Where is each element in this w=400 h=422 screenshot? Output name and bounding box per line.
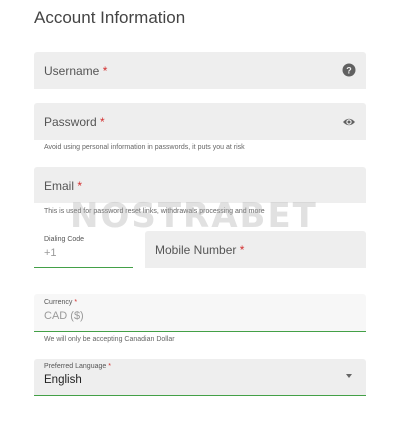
language-label-text: Preferred Language <box>44 363 107 370</box>
email-label: Email * <box>44 179 82 193</box>
password-hint: Avoid using personal information in pass… <box>44 144 245 151</box>
username-label-text: Username <box>44 64 100 78</box>
currency-label-text: Currency <box>44 299 73 306</box>
dialing-code-value: +1 <box>44 247 57 259</box>
password-field[interactable]: Password * <box>34 103 366 140</box>
help-circle-icon[interactable]: ? <box>342 63 356 77</box>
username-field[interactable]: Username * ? <box>34 52 366 89</box>
email-label-text: Email <box>44 179 75 193</box>
required-mark: * <box>102 64 108 78</box>
currency-field[interactable]: Currency * CAD ($) <box>34 294 366 332</box>
svg-text:?: ? <box>346 66 352 76</box>
chevron-down-icon[interactable] <box>346 374 352 378</box>
language-select[interactable]: Preferred Language * English <box>34 359 366 396</box>
required-mark: * <box>74 299 78 306</box>
required-mark: * <box>77 179 83 193</box>
username-label: Username * <box>44 64 107 78</box>
required-mark: * <box>108 363 111 370</box>
dialing-code-field[interactable]: Dialing Code +1 <box>34 231 133 268</box>
mobile-number-field[interactable]: Mobile Number * <box>145 231 366 268</box>
password-label-text: Password <box>44 115 97 129</box>
language-label: Preferred Language * <box>44 363 111 370</box>
email-hint: This is used for password reset links, w… <box>44 208 265 215</box>
required-mark: * <box>100 115 105 129</box>
eye-icon[interactable] <box>342 115 356 129</box>
currency-value: CAD ($) <box>44 310 84 322</box>
page-title: Account Information <box>34 8 186 27</box>
language-value: English <box>44 374 82 386</box>
currency-label: Currency * <box>44 299 77 306</box>
password-label: Password * <box>44 115 105 129</box>
currency-hint: We will only be accepting Canadian Dolla… <box>44 336 175 343</box>
mobile-number-label: Mobile Number * <box>155 243 244 257</box>
email-field[interactable]: Email * <box>34 167 366 203</box>
dialing-code-label: Dialing Code <box>44 236 85 243</box>
mobile-number-label-text: Mobile Number <box>155 243 237 257</box>
required-mark: * <box>239 243 245 257</box>
